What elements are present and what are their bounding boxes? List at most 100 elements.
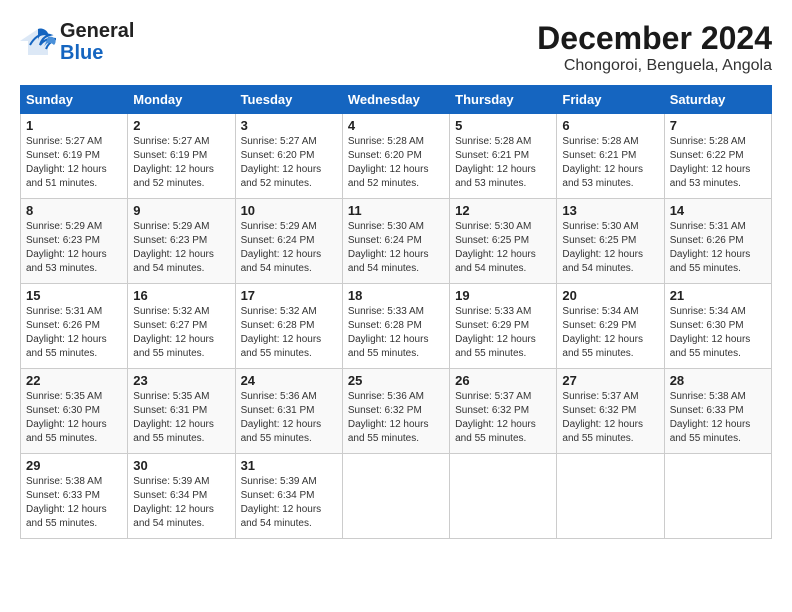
day-number: 31	[241, 458, 337, 473]
day-number: 18	[348, 288, 444, 303]
day-number: 3	[241, 118, 337, 133]
calendar-cell: 14Sunrise: 5:31 AM Sunset: 6:26 PM Dayli…	[664, 199, 771, 284]
day-number: 9	[133, 203, 229, 218]
calendar-cell: 3 Sunrise: 5:27 AM Sunset: 6:20 PM Daylig…	[235, 114, 342, 199]
cell-info: Sunrise: 5:34 AM Sunset: 6:29 PM Dayligh…	[562, 305, 658, 361]
cell-info: Sunrise: 5:39 AM Sunset: 6:34 PM Dayligh…	[241, 475, 337, 531]
day-number: 23	[133, 373, 229, 388]
calendar-cell: 28 Sunrise: 5:38 AM Sunset: 6:33 PM Dayli…	[664, 369, 771, 454]
calendar-cell: 9 Sunrise: 5:29 AM Sunset: 6:23 PM Daylig…	[128, 199, 235, 284]
day-number: 1	[26, 118, 122, 133]
logo: GeneralBlue	[20, 20, 134, 64]
calendar-cell: 20 Sunrise: 5:34 AM Sunset: 6:29 PM Dayli…	[557, 284, 664, 369]
day-number: 15	[26, 288, 122, 303]
day-number: 30	[133, 458, 229, 473]
calendar-week-row: 8 Sunrise: 5:29 AM Sunset: 6:23 PM Daylig…	[21, 199, 772, 284]
day-number: 6	[562, 118, 658, 133]
calendar-week-row: 22 Sunrise: 5:35 AM Sunset: 6:30 PM Dayli…	[21, 369, 772, 454]
calendar-cell: 15 Sunrise: 5:31 AM Sunset: 6:26 PM Dayli…	[21, 284, 128, 369]
day-number: 20	[562, 288, 658, 303]
cell-info: Sunrise: 5:28 AM Sunset: 6:21 PM Dayligh…	[455, 135, 551, 191]
location-title: Chongoroi, Benguela, Angola	[537, 57, 772, 75]
cell-info: Sunrise: 5:28 AM Sunset: 6:21 PM Dayligh…	[562, 135, 658, 191]
calendar-table: Sunday Monday Tuesday Wednesday Thursday…	[20, 85, 772, 539]
cell-info: Sunrise: 5:30 AM Sunset: 6:25 PM Dayligh…	[455, 220, 551, 276]
calendar-cell: 26Sunrise: 5:37 AM Sunset: 6:32 PM Dayli…	[450, 369, 557, 454]
col-thursday: Thursday	[450, 86, 557, 114]
day-number: 25	[348, 373, 444, 388]
col-tuesday: Tuesday	[235, 86, 342, 114]
cell-info: Sunrise: 5:33 AM Sunset: 6:28 PM Dayligh…	[348, 305, 444, 361]
calendar-cell: 13Sunrise: 5:30 AM Sunset: 6:25 PM Dayli…	[557, 199, 664, 284]
calendar-cell: 19 Sunrise: 5:33 AM Sunset: 6:29 PM Dayli…	[450, 284, 557, 369]
day-number: 28	[670, 373, 766, 388]
day-number: 8	[26, 203, 122, 218]
day-number: 22	[26, 373, 122, 388]
cell-info: Sunrise: 5:31 AM Sunset: 6:26 PM Dayligh…	[26, 305, 122, 361]
cell-info: Sunrise: 5:29 AM Sunset: 6:24 PM Dayligh…	[241, 220, 337, 276]
cell-info: Sunrise: 5:31 AM Sunset: 6:26 PM Dayligh…	[670, 220, 766, 276]
calendar-cell: 12 Sunrise: 5:30 AM Sunset: 6:25 PM Dayli…	[450, 199, 557, 284]
calendar-cell: 18 Sunrise: 5:33 AM Sunset: 6:28 PM Dayli…	[342, 284, 449, 369]
day-number: 5	[455, 118, 551, 133]
cell-info: Sunrise: 5:38 AM Sunset: 6:33 PM Dayligh…	[670, 390, 766, 446]
calendar-cell: 7Sunrise: 5:28 AM Sunset: 6:22 PM Daylig…	[664, 114, 771, 199]
calendar-cell	[450, 454, 557, 539]
calendar-week-row: 29Sunrise: 5:38 AM Sunset: 6:33 PM Dayli…	[21, 454, 772, 539]
calendar-week-row: 15 Sunrise: 5:31 AM Sunset: 6:26 PM Dayli…	[21, 284, 772, 369]
calendar-cell: 6 Sunrise: 5:28 AM Sunset: 6:21 PM Daylig…	[557, 114, 664, 199]
day-number: 29	[26, 458, 122, 473]
calendar-cell: 1Sunrise: 5:27 AM Sunset: 6:19 PM Daylig…	[21, 114, 128, 199]
logo-blue: Blue	[60, 42, 103, 64]
day-number: 10	[241, 203, 337, 218]
cell-info: Sunrise: 5:28 AM Sunset: 6:22 PM Dayligh…	[670, 135, 766, 191]
cell-info: Sunrise: 5:30 AM Sunset: 6:24 PM Dayligh…	[348, 220, 444, 276]
calendar-cell: 8Sunrise: 5:29 AM Sunset: 6:23 PM Daylig…	[21, 199, 128, 284]
col-sunday: Sunday	[21, 86, 128, 114]
calendar-cell: 10 Sunrise: 5:29 AM Sunset: 6:24 PM Dayli…	[235, 199, 342, 284]
calendar-cell	[664, 454, 771, 539]
cell-info: Sunrise: 5:36 AM Sunset: 6:32 PM Dayligh…	[348, 390, 444, 446]
day-number: 21	[670, 288, 766, 303]
calendar-cell: 5 Sunrise: 5:28 AM Sunset: 6:21 PM Daylig…	[450, 114, 557, 199]
day-number: 2	[133, 118, 229, 133]
cell-info: Sunrise: 5:28 AM Sunset: 6:20 PM Dayligh…	[348, 135, 444, 191]
day-number: 27	[562, 373, 658, 388]
calendar-cell: 11Sunrise: 5:30 AM Sunset: 6:24 PM Dayli…	[342, 199, 449, 284]
cell-info: Sunrise: 5:27 AM Sunset: 6:20 PM Dayligh…	[241, 135, 337, 191]
cell-info: Sunrise: 5:35 AM Sunset: 6:31 PM Dayligh…	[133, 390, 229, 446]
day-number: 16	[133, 288, 229, 303]
day-number: 19	[455, 288, 551, 303]
col-wednesday: Wednesday	[342, 86, 449, 114]
calendar-cell: 23 Sunrise: 5:35 AM Sunset: 6:31 PM Dayli…	[128, 369, 235, 454]
calendar-header-row: Sunday Monday Tuesday Wednesday Thursday…	[21, 86, 772, 114]
cell-info: Sunrise: 5:34 AM Sunset: 6:30 PM Dayligh…	[670, 305, 766, 361]
calendar-cell: 22 Sunrise: 5:35 AM Sunset: 6:30 PM Dayli…	[21, 369, 128, 454]
calendar-cell: 21 Sunrise: 5:34 AM Sunset: 6:30 PM Dayli…	[664, 284, 771, 369]
day-number: 17	[241, 288, 337, 303]
cell-info: Sunrise: 5:39 AM Sunset: 6:34 PM Dayligh…	[133, 475, 229, 531]
col-monday: Monday	[128, 86, 235, 114]
cell-info: Sunrise: 5:32 AM Sunset: 6:28 PM Dayligh…	[241, 305, 337, 361]
day-number: 12	[455, 203, 551, 218]
cell-info: Sunrise: 5:32 AM Sunset: 6:27 PM Dayligh…	[133, 305, 229, 361]
calendar-cell: 17 Sunrise: 5:32 AM Sunset: 6:28 PM Dayli…	[235, 284, 342, 369]
day-number: 24	[241, 373, 337, 388]
cell-info: Sunrise: 5:27 AM Sunset: 6:19 PM Dayligh…	[133, 135, 229, 191]
cell-info: Sunrise: 5:29 AM Sunset: 6:23 PM Dayligh…	[133, 220, 229, 276]
calendar-week-row: 1 Sunrise: 5:27 AM Sunset: 6:19 PM Daylig…	[21, 114, 772, 199]
calendar-cell	[342, 454, 449, 539]
day-number: 4	[348, 118, 444, 133]
calendar-cell: 29Sunrise: 5:38 AM Sunset: 6:33 PM Dayli…	[21, 454, 128, 539]
page-header: GeneralBlue December 2024 Chongoroi, Ben…	[20, 20, 772, 75]
day-number: 13	[562, 203, 658, 218]
calendar-cell: 24Sunrise: 5:36 AM Sunset: 6:31 PM Dayli…	[235, 369, 342, 454]
month-title: December 2024	[537, 20, 772, 57]
cell-info: Sunrise: 5:33 AM Sunset: 6:29 PM Dayligh…	[455, 305, 551, 361]
calendar-cell: 16 Sunrise: 5:32 AM Sunset: 6:27 PM Dayli…	[128, 284, 235, 369]
calendar-cell: 31 Sunrise: 5:39 AM Sunset: 6:34 PM Dayli…	[235, 454, 342, 539]
logo-text: GeneralBlue	[60, 20, 134, 64]
calendar-cell: 27Sunrise: 5:37 AM Sunset: 6:32 PM Dayli…	[557, 369, 664, 454]
col-saturday: Saturday	[664, 86, 771, 114]
cell-info: Sunrise: 5:35 AM Sunset: 6:30 PM Dayligh…	[26, 390, 122, 446]
